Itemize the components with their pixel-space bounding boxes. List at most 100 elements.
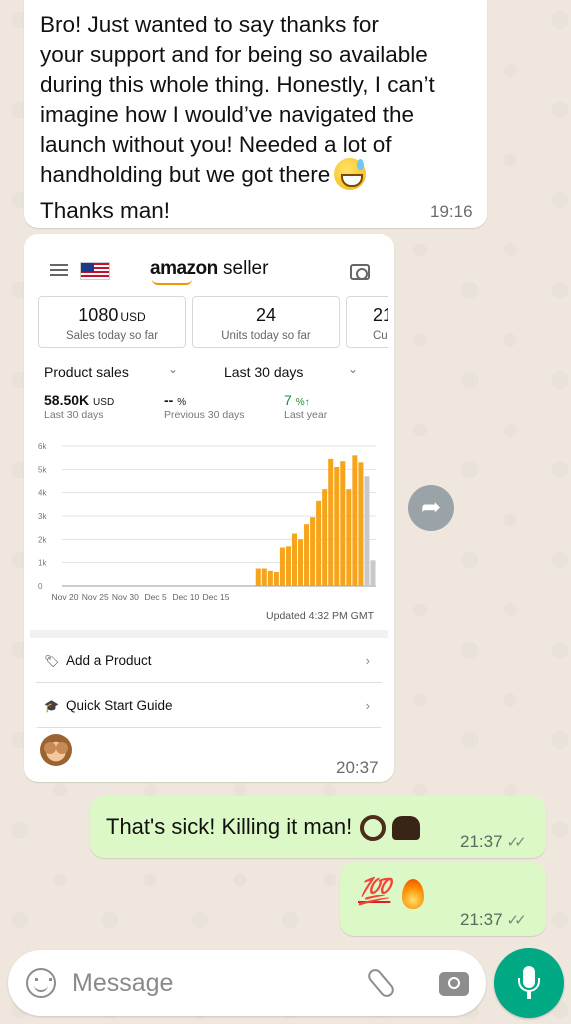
message-text: 💯 (358, 876, 425, 910)
metric-value: 7 %↑ (284, 392, 310, 408)
incoming-message-1[interactable]: Bro! Just wanted to say thanks for your … (24, 0, 487, 228)
chart-bar (261, 568, 267, 586)
camera-icon[interactable] (439, 972, 469, 996)
message-composer (8, 950, 486, 1016)
message-time: 19:16 (430, 202, 473, 221)
sales-bar-chart: 0 1k 2k 3k 4k 5k 6k Nov 20 Nov 25 Nov 30 Dec 5 Dec … (38, 442, 376, 602)
us-flag-icon (80, 262, 110, 280)
stat-card-units: 24 Units today so far (192, 296, 340, 348)
emoji-picker-icon[interactable] (26, 968, 56, 998)
chart-bar (279, 547, 285, 586)
chart-bar (328, 458, 334, 586)
graduation-cap-icon: 🎓 (44, 699, 59, 713)
metric-value: 58.50K USD (44, 392, 115, 408)
stat-card-sales: 1080 USD Sales today so far (38, 296, 186, 348)
row-divider (36, 682, 382, 683)
voice-message-button[interactable] (494, 948, 564, 1018)
read-ticks-icon: ✓✓ (506, 834, 527, 851)
x-tick-label: Dec 10 (172, 592, 199, 602)
chart-bar (352, 455, 358, 586)
chart-bar (340, 461, 346, 586)
fire-emoji (402, 879, 425, 910)
message-line: launch without you! Needed a lot of (40, 132, 392, 157)
x-tick-label: Nov 25 (82, 592, 109, 602)
message-line-text: handholding but we got there (40, 162, 331, 187)
updated-timestamp: Updated 4:32 PM GMT (266, 610, 374, 622)
message-line: Thanks man! (40, 198, 171, 224)
screenshot-topbar: amazon seller (30, 238, 388, 294)
chevron-right-icon: › (365, 653, 370, 668)
grinning-sweat-emoji (334, 158, 367, 191)
message-time: 20:37 (336, 758, 379, 777)
hundred-points-emoji: 💯 (358, 876, 391, 906)
quick-start-guide-link: Quick Start Guide (66, 698, 173, 713)
y-tick-label: 3k (38, 512, 47, 521)
hamburger-menu-icon (50, 264, 68, 276)
y-tick-label: 2k (38, 535, 47, 544)
metric-label: Previous 30 days (164, 409, 245, 421)
camera-icon (350, 264, 370, 280)
chevron-down-icon: ⌄ (168, 362, 179, 376)
forward-button[interactable]: ➦ (408, 485, 454, 531)
y-tick-label: 0 (38, 582, 43, 591)
x-tick-label: Nov 30 (112, 592, 139, 602)
chart-bar (364, 476, 370, 586)
amazon-smile-icon (152, 279, 192, 285)
see-no-evil-monkey-emoji (40, 734, 72, 766)
amazon-seller-screenshot[interactable]: amazon seller 1080 USD Sales today so far… (30, 238, 388, 728)
chart-bar (316, 500, 322, 586)
metric-label: Last year (284, 409, 328, 421)
message-line: imagine how I would’ve navigated the (40, 102, 414, 127)
chart-bar (310, 517, 316, 586)
message-time: 21:37 ✓✓ (460, 910, 527, 929)
x-tick-label: Dec 5 (144, 592, 166, 602)
period-dropdown: Last 30 days (224, 364, 304, 380)
outgoing-message-2[interactable]: 💯 21:37 ✓✓ (340, 862, 546, 936)
y-tick-label: 1k (38, 559, 47, 568)
ok-hand-emoji (360, 815, 387, 842)
chart-bar (322, 489, 328, 586)
chart-bar (358, 462, 364, 586)
attach-icon[interactable] (365, 966, 397, 1000)
message-text-content: That's sick! Killing it man! (106, 814, 353, 839)
chevron-right-icon: › (365, 698, 370, 713)
message-line: Bro! Just wanted to say thanks for (40, 12, 379, 37)
y-tick-label: 6k (38, 442, 47, 451)
message-time: 21:37 ✓✓ (460, 832, 527, 851)
chart-bar (304, 524, 310, 586)
x-tick-label: Nov 20 (52, 592, 79, 602)
read-ticks-icon: ✓✓ (506, 912, 527, 929)
chevron-down-icon: ⌄ (348, 362, 359, 376)
add-product-link: Add a Product (66, 653, 152, 668)
section-divider (30, 630, 388, 638)
incoming-image-message[interactable]: amazon seller 1080 USD Sales today so far… (24, 234, 394, 782)
y-tick-label: 4k (38, 489, 47, 498)
microphone-icon (518, 966, 540, 992)
chart-bar (298, 539, 304, 586)
x-tick-label: Dec 15 (203, 592, 230, 602)
chart-bar (370, 560, 376, 586)
outgoing-message-1[interactable]: That's sick! Killing it man! 21:37 ✓✓ (90, 796, 546, 858)
message-line: during this whole thing. Honestly, I can… (40, 72, 435, 97)
chart-bar (334, 467, 340, 586)
chart-bar (291, 533, 297, 586)
metric-label: Last 30 days (44, 409, 104, 421)
tag-icon: 🏷 (44, 654, 60, 668)
message-line: your support and for being so available (40, 42, 428, 67)
message-line: handholding but we got there (40, 158, 460, 192)
message-text: Bro! Just wanted to say thanks for your … (40, 10, 460, 226)
message-text: That's sick! Killing it man! (106, 814, 421, 842)
message-input[interactable] (72, 962, 352, 1004)
chart-bar (255, 568, 261, 586)
chart-bar (285, 546, 291, 586)
y-tick-label: 5k (38, 465, 47, 474)
chart-bar (346, 489, 352, 586)
raising-hands-emoji (392, 816, 421, 841)
chart-bar (267, 570, 273, 586)
stat-card-current: 21. Cur (346, 296, 388, 348)
row-divider (36, 727, 382, 728)
product-sales-dropdown: Product sales (44, 364, 129, 380)
metric-value: -- % (164, 392, 187, 408)
amazon-seller-logo: amazon seller (150, 258, 269, 279)
chart-bar (273, 572, 279, 586)
